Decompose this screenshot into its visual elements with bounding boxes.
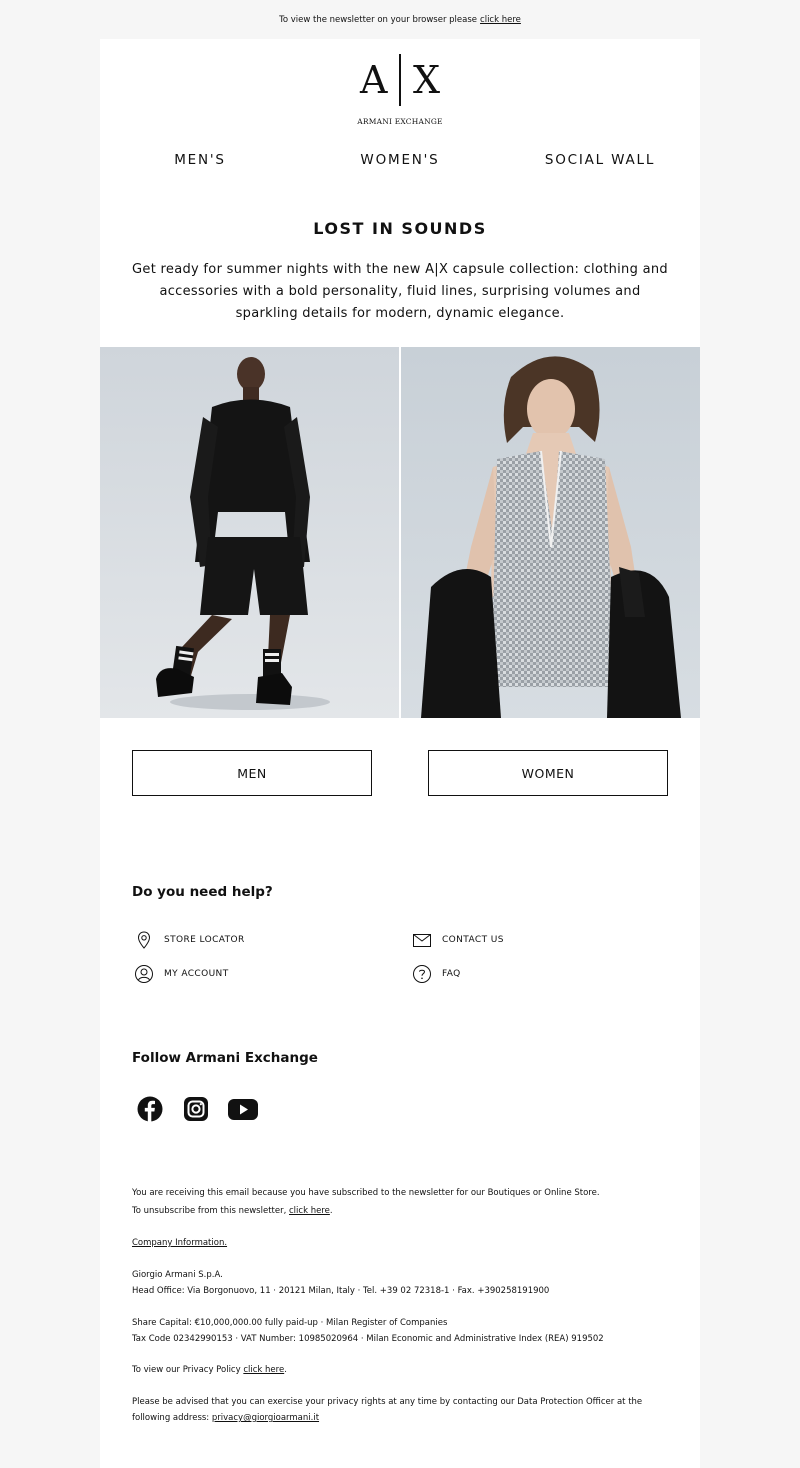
company-info: Company Information.: [132, 1235, 672, 1251]
privacy-policy-line: To view our Privacy Policy click here.: [132, 1365, 287, 1375]
dpo-email-link[interactable]: privacy@giorgioarmani.it: [212, 1413, 319, 1423]
hero-photos: [100, 347, 700, 718]
head-office: Head Office: Via Borgonuovo, 11 · 20121 …: [132, 1286, 550, 1296]
contact-us-label: CONTACT US: [442, 935, 504, 945]
logo-wordmark: ARMANI EXCHANGE: [357, 117, 443, 126]
nav-social-wall[interactable]: SOCIAL WALL: [500, 152, 700, 168]
question-circle-icon: [413, 965, 431, 983]
man-in-black-outfit-image: [100, 347, 399, 718]
preheader: To view the newsletter on your browser p…: [0, 0, 800, 39]
contact-us-link[interactable]: CONTACT US: [412, 930, 504, 950]
company-address: Giorgio Armani S.p.A. Head Office: Via B…: [132, 1267, 672, 1299]
user-icon: [135, 965, 153, 983]
hero-title: LOST IN SOUNDS: [313, 219, 487, 238]
instagram-link[interactable]: [182, 1095, 210, 1123]
my-account-link[interactable]: MY ACCOUNT: [134, 964, 229, 984]
store-locator-link[interactable]: STORE LOCATOR: [134, 930, 245, 950]
share-capital: Share Capital: €10,000,000.00 fully paid…: [132, 1318, 448, 1328]
company-info-link[interactable]: Company Information.: [132, 1238, 227, 1248]
logo-letter-a: A: [359, 58, 388, 102]
armani-exchange-logo[interactable]: A X ARMANI EXCHANGE: [100, 49, 700, 131]
company-name: Giorgio Armani S.p.A.: [132, 1270, 223, 1280]
social-links: [136, 1095, 274, 1123]
location-pin-icon: [137, 931, 151, 949]
instagram-icon: [184, 1097, 208, 1121]
facebook-icon: [137, 1096, 163, 1122]
main-nav: MEN'S WOMEN'S SOCIAL WALL: [100, 152, 700, 172]
faq-link[interactable]: FAQ: [412, 964, 461, 984]
privacy-prefix: To view our Privacy Policy: [132, 1365, 241, 1375]
youtube-icon: [228, 1099, 258, 1120]
company-registration: Share Capital: €10,000,000.00 fully paid…: [132, 1315, 672, 1347]
subscription-notice: You are receiving this email because you…: [132, 1185, 672, 1219]
woman-in-sequin-vest-image: [401, 347, 700, 718]
envelope-icon: [413, 934, 431, 947]
preheader-text: To view the newsletter on your browser p…: [279, 14, 478, 25]
unsubscribe-link[interactable]: click here: [289, 1206, 330, 1216]
shop-men-button[interactable]: MEN: [132, 750, 372, 796]
my-account-label: MY ACCOUNT: [164, 969, 229, 979]
logo-mark: A X: [360, 52, 440, 108]
store-locator-label: STORE LOCATOR: [164, 935, 245, 945]
logo-letter-x: X: [412, 58, 440, 102]
women-photo[interactable]: [401, 347, 700, 718]
help-title: Do you need help?: [132, 884, 273, 900]
view-in-browser-link[interactable]: click here: [480, 15, 521, 25]
nav-mens[interactable]: MEN'S: [100, 152, 300, 168]
youtube-link[interactable]: [228, 1095, 258, 1123]
hero-body: Get ready for summer nights with the new…: [132, 262, 668, 321]
logo-divider: [399, 54, 401, 106]
unsubscribe-line: To unsubscribe from this newsletter, cli…: [132, 1206, 333, 1216]
facebook-link[interactable]: [136, 1095, 164, 1123]
dpo-text: Please be advised that you can exercise …: [132, 1397, 643, 1423]
tax-code: Tax Code 02342990153 · VAT Number: 10985…: [132, 1334, 604, 1344]
subscription-line: You are receiving this email because you…: [132, 1188, 600, 1198]
follow-title: Follow Armani Exchange: [132, 1050, 318, 1066]
dpo-notice: Please be advised that you can exercise …: [132, 1394, 672, 1426]
privacy-policy-link[interactable]: click here: [243, 1365, 284, 1375]
unsubscribe-prefix: To unsubscribe from this newsletter,: [132, 1206, 287, 1216]
shop-women-button[interactable]: WOMEN: [428, 750, 668, 796]
newsletter-body: A X ARMANI EXCHANGE MEN'S WOMEN'S SOCIAL…: [100, 39, 700, 1468]
faq-label: FAQ: [442, 969, 461, 979]
nav-womens[interactable]: WOMEN'S: [300, 152, 500, 168]
men-photo[interactable]: [100, 347, 399, 718]
